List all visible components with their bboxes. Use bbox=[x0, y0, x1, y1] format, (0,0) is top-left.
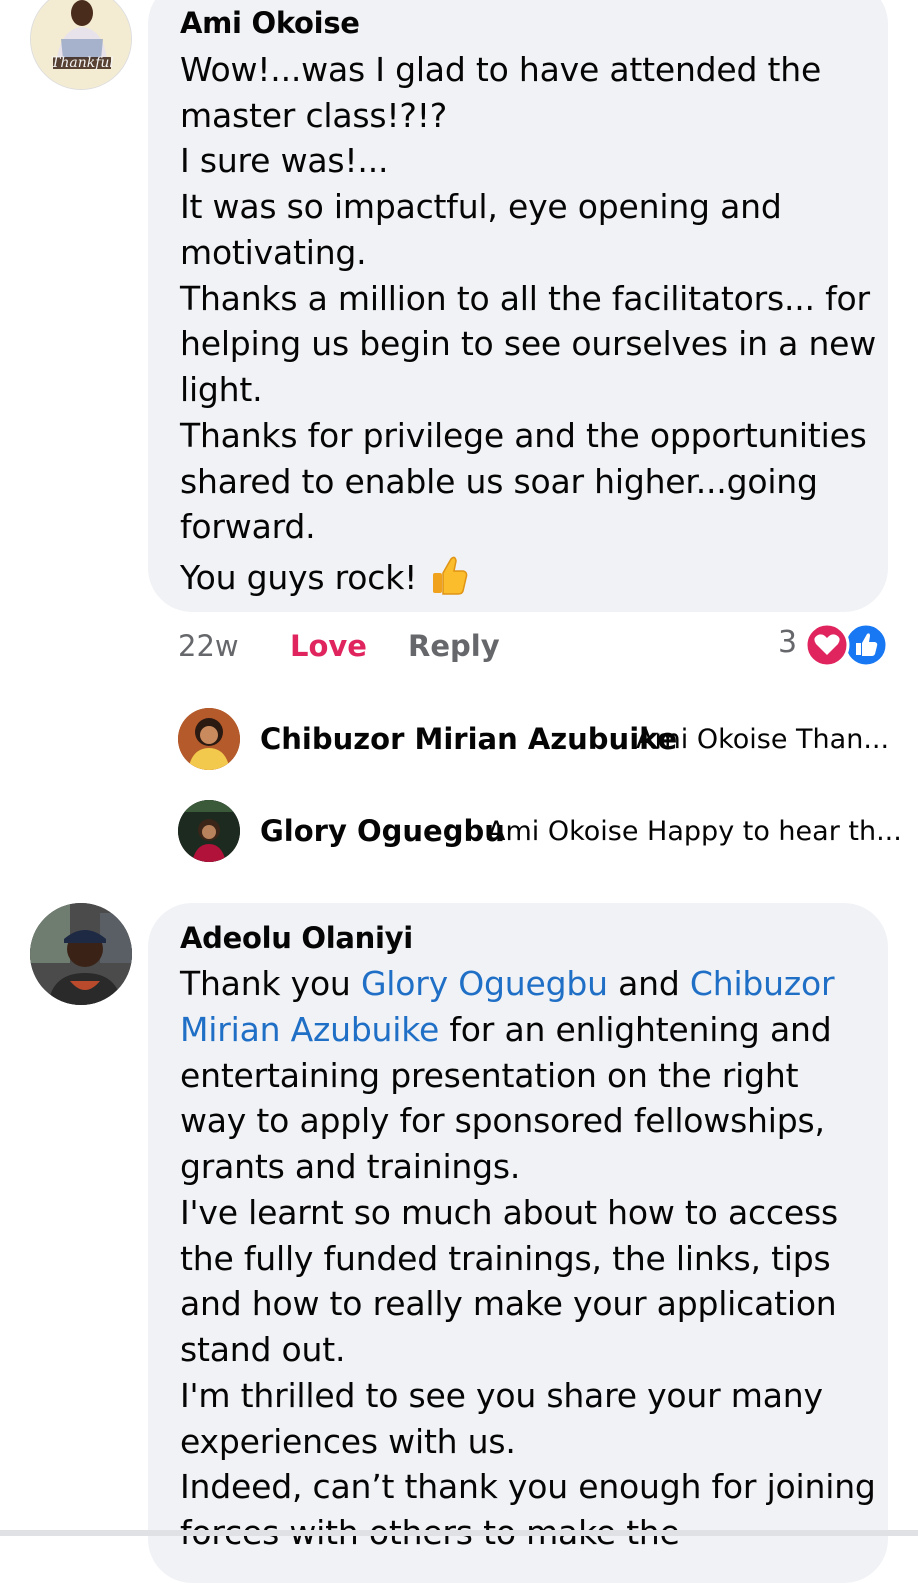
comment-text-line: entertaining presentation on the right bbox=[180, 1056, 799, 1095]
comment-text-line: It was so impactful, eye opening and bbox=[180, 187, 782, 226]
comment-timestamp: 22w bbox=[178, 629, 239, 663]
reaction-icons[interactable] bbox=[804, 622, 890, 668]
mention-link[interactable]: Glory Oguegbu bbox=[361, 964, 608, 1003]
comment-text-line: master class!?!? bbox=[180, 96, 448, 135]
reaction-count[interactable]: 3 bbox=[778, 625, 797, 660]
comment-text: and bbox=[607, 964, 690, 1003]
comment-author[interactable]: Adeolu Olaniyi bbox=[180, 921, 413, 955]
bottom-divider bbox=[0, 1530, 918, 1536]
comment-text: You guys rock! bbox=[180, 558, 418, 597]
comment-text-line: Thanks a million to all the facilitators… bbox=[180, 279, 870, 318]
comment-text: for an enlightening and bbox=[439, 1010, 832, 1049]
reply-snippet: Ami Okoise Than... bbox=[636, 724, 890, 755]
avatar-script-text: Thankful bbox=[51, 55, 114, 71]
thumbs-up-emoji-icon bbox=[429, 553, 469, 605]
comment-text-line: grants and trainings. bbox=[180, 1147, 521, 1186]
avatar-chibuzor[interactable] bbox=[178, 708, 240, 770]
comment-author[interactable]: Ami Okoise bbox=[180, 6, 360, 40]
reply-author-name[interactable]: Glory Oguegbu bbox=[260, 814, 505, 848]
comment-text-line: I sure was!... bbox=[180, 141, 389, 180]
mention-link[interactable]: Mirian Azubuike bbox=[180, 1010, 439, 1049]
comment-text-line: I'm thrilled to see you share your many bbox=[180, 1376, 823, 1415]
comment-text-line: way to apply for sponsored fellowships, bbox=[180, 1101, 825, 1140]
mention-link[interactable]: Chibuzor bbox=[690, 964, 835, 1003]
avatar-ami-okoise[interactable]: Thankful bbox=[30, 0, 132, 90]
avatar-portrait-image bbox=[31, 0, 131, 89]
avatar-adeolu-olaniyi[interactable] bbox=[30, 903, 132, 1005]
comment-text-line: You guys rock! bbox=[180, 553, 469, 605]
comment-text-line: helping us begin to see ourselves in a n… bbox=[180, 324, 877, 363]
comment-text-line: stand out. bbox=[180, 1330, 346, 1369]
comment-text-line: Mirian Azubuike for an enlightening and bbox=[180, 1010, 832, 1049]
reply-item[interactable]: Chibuzor Mirian Azubuike Ami Okoise Than… bbox=[178, 708, 898, 772]
comment-text-line: shared to enable us soar higher...going bbox=[180, 462, 818, 501]
reply-button[interactable]: Reply bbox=[408, 629, 500, 663]
comment-text-line: light. bbox=[180, 370, 263, 409]
comment-text-line: Thanks for privilege and the opportuniti… bbox=[180, 416, 867, 455]
comment-text-line: experiences with us. bbox=[180, 1422, 516, 1461]
avatar-glory-oguegbu[interactable] bbox=[178, 800, 240, 862]
comment-text-line: motivating. bbox=[180, 233, 367, 272]
comment-text: Thank you bbox=[180, 964, 361, 1003]
like-reaction-icon bbox=[843, 622, 889, 668]
reply-snippet: Ami Okoise Happy to hear th... bbox=[487, 816, 902, 847]
comment-text-line: I've learnt so much about how to access bbox=[180, 1193, 838, 1232]
comment-text-line: and how to really make your application bbox=[180, 1284, 837, 1323]
love-reaction-icon bbox=[804, 622, 850, 668]
comment-text-line: Thank you Glory Oguegbu and Chibuzor bbox=[180, 964, 835, 1003]
comment-text-line: the fully funded trainings, the links, t… bbox=[180, 1239, 831, 1278]
love-reaction-button[interactable]: Love bbox=[290, 629, 367, 663]
comment-text-line: Wow!...was I glad to have attended the bbox=[180, 50, 822, 89]
reply-item[interactable]: Glory Oguegbu Ami Okoise Happy to hear t… bbox=[178, 800, 902, 864]
reply-author-name[interactable]: Chibuzor Mirian Azubuike bbox=[260, 722, 677, 756]
comment-text-line: forward. bbox=[180, 507, 316, 546]
comment-text-line: Indeed, can’t thank you enough for joini… bbox=[180, 1467, 876, 1506]
